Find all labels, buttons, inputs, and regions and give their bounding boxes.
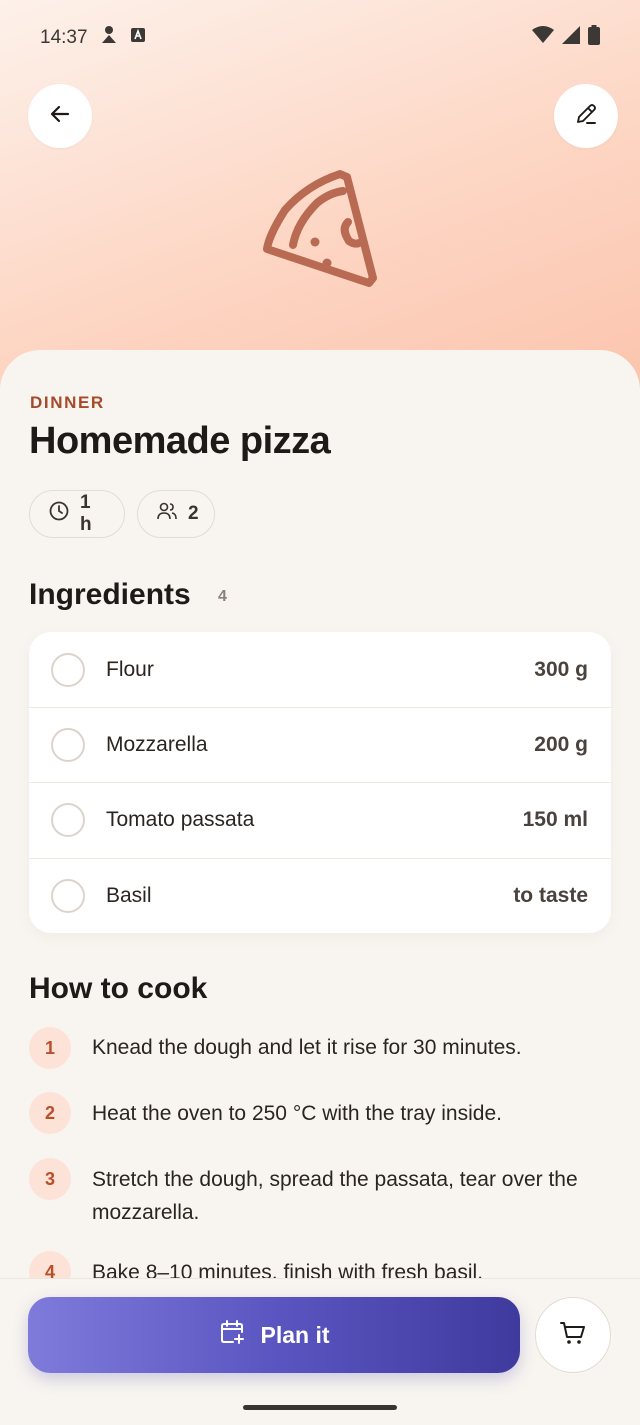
time-value: 1 h xyxy=(80,492,92,535)
status-bar: 14:37 xyxy=(0,0,640,76)
step-number: 2 xyxy=(29,1092,71,1134)
clock-icon xyxy=(48,500,70,528)
step-number: 3 xyxy=(29,1158,71,1200)
plan-it-label: Plan it xyxy=(260,1321,330,1348)
pencil-icon xyxy=(573,101,599,132)
ingredients-heading: Ingredients xyxy=(29,578,191,611)
servings-chip: 2 xyxy=(137,490,215,538)
edit-button[interactable] xyxy=(554,84,618,148)
step-text: Knead the dough and let it rise for 30 m… xyxy=(92,1036,522,1059)
ingredient-checkbox[interactable] xyxy=(51,652,85,687)
step-text: Stretch the dough, spread the passata, t… xyxy=(92,1168,578,1224)
back-button[interactable] xyxy=(28,84,92,148)
servings-value: 2 xyxy=(188,503,199,524)
wifi-icon xyxy=(532,26,554,50)
ingredient-checkbox[interactable] xyxy=(51,728,85,762)
ingredient-checkbox[interactable] xyxy=(51,879,85,913)
location-icon xyxy=(100,25,118,51)
ingredient-row[interactable]: Tomato passata 150 ml xyxy=(29,782,611,857)
plan-it-button[interactable]: Plan it xyxy=(28,1297,520,1373)
status-time: 14:37 xyxy=(40,27,88,48)
ingredient-name: Tomato passata xyxy=(106,808,255,831)
ingredient-row[interactable]: Basil to taste xyxy=(29,858,611,933)
ingredients-count: 4 xyxy=(218,588,227,605)
people-icon xyxy=(156,500,178,528)
time-chip: 1 h xyxy=(29,490,125,538)
ingredient-name: Flour xyxy=(106,657,154,681)
cart-button[interactable] xyxy=(535,1297,611,1373)
ingredient-quantity: to taste xyxy=(513,884,588,907)
signal-icon xyxy=(562,26,580,50)
calendar-plus-icon xyxy=(218,1318,246,1352)
ingredient-checkbox[interactable] xyxy=(51,803,85,837)
home-indicator[interactable] xyxy=(243,1405,397,1410)
keyboard-icon xyxy=(130,27,146,49)
steps-heading: How to cook xyxy=(29,972,208,1005)
recipe-title: Homemade pizza xyxy=(29,420,331,462)
ingredient-quantity: 300 g xyxy=(534,657,588,681)
ingredient-quantity: 200 g xyxy=(534,733,588,756)
pizza-slice-icon xyxy=(255,165,385,295)
ingredient-quantity: 150 ml xyxy=(522,808,588,831)
step-number: 1 xyxy=(29,1027,71,1069)
cart-icon xyxy=(558,1318,588,1353)
ingredients-list: Flour 300 g Mozzarella 200 g Tomato pass… xyxy=(29,632,611,933)
arrow-left-icon xyxy=(48,102,72,131)
ingredient-row[interactable]: Flour 300 g xyxy=(29,632,611,707)
step-text: Heat the oven to 250 °C with the tray in… xyxy=(92,1102,502,1125)
battery-icon xyxy=(588,25,600,51)
recipe-category: DINNER xyxy=(30,393,105,412)
ingredient-row[interactable]: Mozzarella 200 g xyxy=(29,707,611,782)
ingredient-name: Mozzarella xyxy=(106,733,208,756)
ingredient-name: Basil xyxy=(106,884,152,907)
